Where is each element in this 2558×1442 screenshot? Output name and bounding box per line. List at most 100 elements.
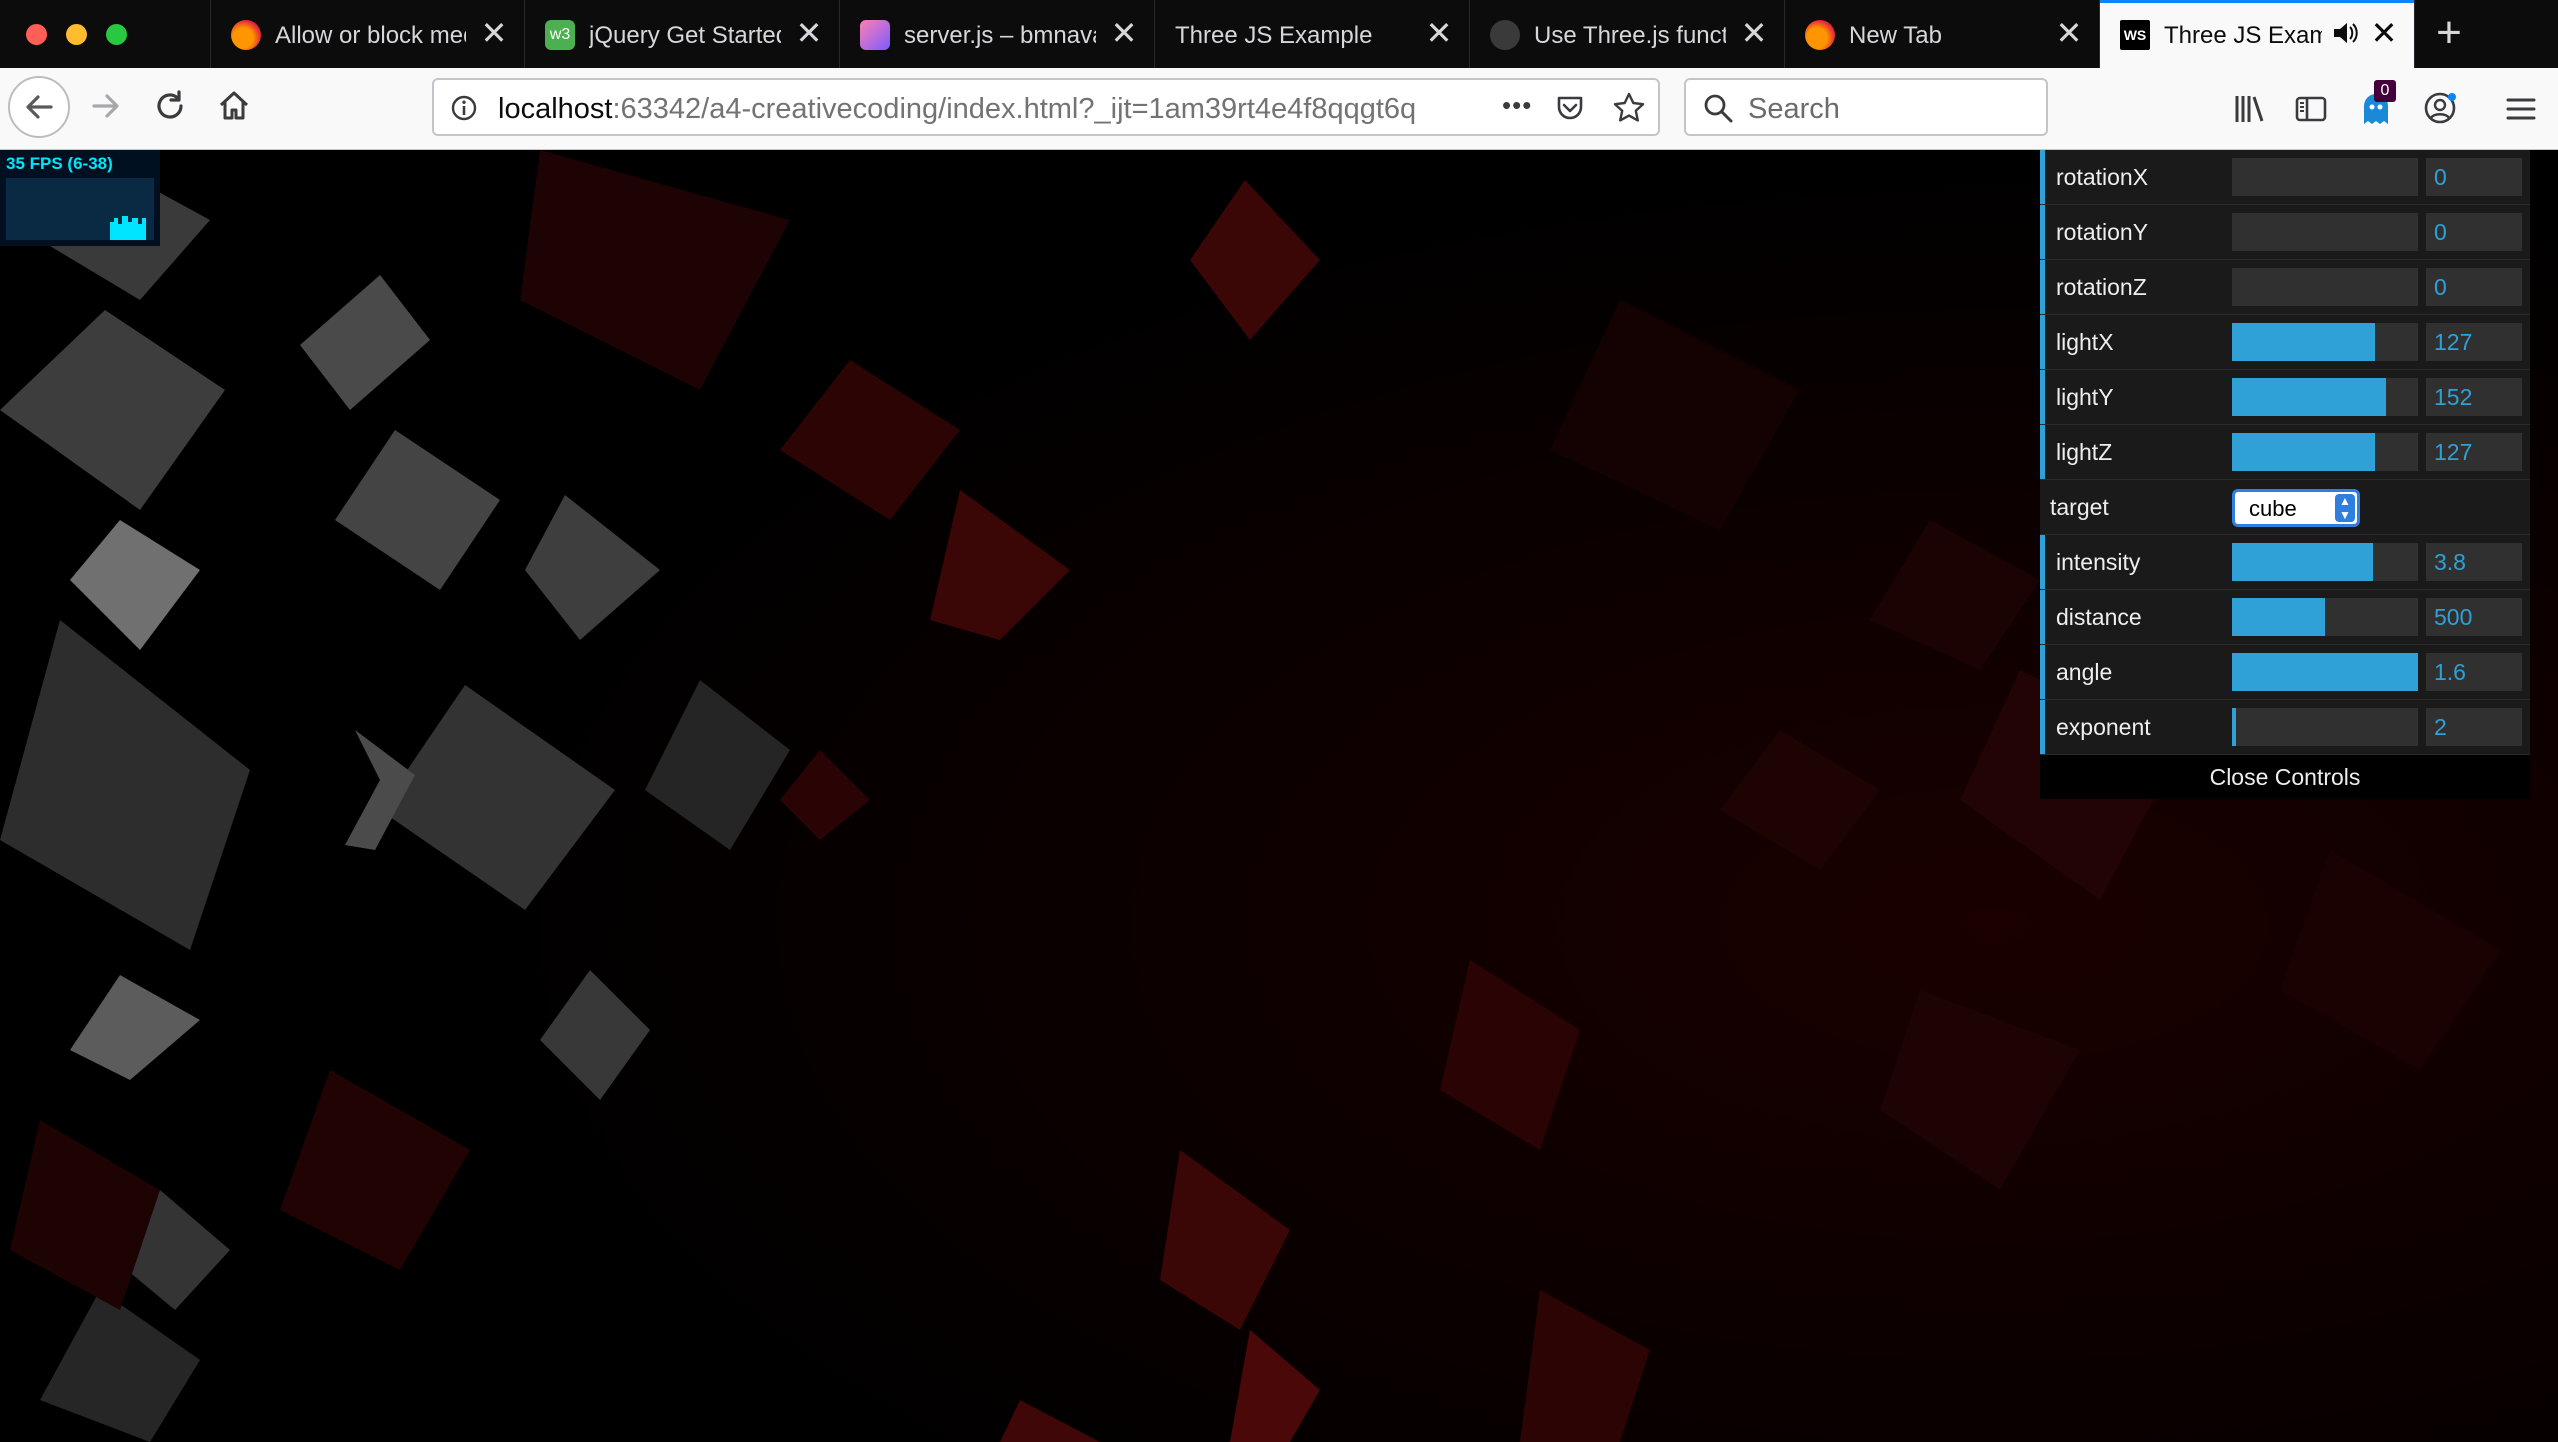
hamburger-menu-icon[interactable] xyxy=(2504,92,2538,131)
tab-close-icon[interactable]: ✕ xyxy=(476,14,512,52)
gui-row-target: target cube ▲ ▼ xyxy=(2040,480,2530,535)
sidebar-icon[interactable] xyxy=(2294,92,2328,131)
navigation-toolbar: localhost:63342/a4-creativecoding/index.… xyxy=(0,68,2558,150)
gui-sliders-bottom: intensity 3.8 distance 500 angle 1.6 exponent 2 xyxy=(2040,535,2530,755)
search-icon xyxy=(1702,92,1734,129)
tab-title: jQuery Get Started xyxy=(589,22,781,49)
gui-slider-rotationZ[interactable] xyxy=(2232,268,2418,306)
glitch-icon xyxy=(860,20,890,50)
gui-slider-rotationX[interactable] xyxy=(2232,158,2418,196)
url-host: localhost xyxy=(498,93,613,125)
account-icon[interactable] xyxy=(2422,90,2458,131)
gui-number-accent xyxy=(2040,425,2045,479)
gui-number-accent xyxy=(2040,700,2045,754)
gui-slider-fill xyxy=(2232,433,2376,471)
gui-number-input-rotationZ[interactable]: 0 xyxy=(2426,268,2522,306)
gui-number-accent xyxy=(2040,260,2045,314)
arrow-left-icon xyxy=(26,95,53,119)
github-icon xyxy=(1490,20,1520,50)
gui-label: angle xyxy=(2056,659,2113,685)
gui-label: target xyxy=(2050,494,2109,520)
gui-number-input-distance[interactable]: 500 xyxy=(2426,598,2522,636)
search-bar[interactable]: Search xyxy=(1684,78,2048,136)
tab-server-js[interactable]: server.js – bmnava ✕ xyxy=(840,0,1155,68)
home-button[interactable] xyxy=(214,88,254,128)
close-controls-button[interactable]: Close Controls xyxy=(2040,755,2530,799)
tab-close-icon[interactable]: ✕ xyxy=(2051,14,2087,52)
gui-row-lightY: lightY 152 xyxy=(2040,370,2530,425)
home-icon xyxy=(219,91,249,120)
gui-slider-angle[interactable] xyxy=(2232,653,2418,691)
target-select[interactable]: cube ▲ ▼ xyxy=(2232,489,2360,527)
gui-slider-fill xyxy=(2232,323,2376,361)
info-icon[interactable] xyxy=(450,94,478,127)
gui-number-accent xyxy=(2040,645,2045,699)
gui-slider-exponent[interactable] xyxy=(2232,708,2418,746)
gui-label: rotationX xyxy=(2056,164,2149,190)
pocket-icon[interactable] xyxy=(1554,92,1586,129)
url-bar[interactable]: localhost:63342/a4-creativecoding/index.… xyxy=(432,78,1660,136)
gui-row-angle: angle 1.6 xyxy=(2040,645,2530,700)
tab-use-three-js[interactable]: Use Three.js functi ✕ xyxy=(1470,0,1785,68)
gui-number-input-lightY[interactable]: 152 xyxy=(2426,378,2522,416)
tab-three-js-example[interactable]: Three JS Example ✕ xyxy=(1155,0,1470,68)
notification-badge: 0 xyxy=(2374,80,2396,102)
tab-close-icon[interactable]: ✕ xyxy=(1421,14,1457,52)
reload-icon xyxy=(157,90,183,119)
gui-label: lightX xyxy=(2056,329,2114,355)
fps-graph xyxy=(6,178,154,240)
fps-graph-bars xyxy=(110,216,146,240)
gui-label: rotationZ xyxy=(2056,274,2147,300)
tab-jquery-get-started[interactable]: w3 jQuery Get Started ✕ xyxy=(525,0,840,68)
gui-row-rotationX: rotationX 0 xyxy=(2040,150,2530,205)
speaker-icon[interactable] xyxy=(2330,18,2360,48)
gui-slider-fill xyxy=(2232,653,2418,691)
window-zoom-button[interactable] xyxy=(106,24,127,45)
gui-slider-intensity[interactable] xyxy=(2232,543,2418,581)
gui-number-input-exponent[interactable]: 2 xyxy=(2426,708,2522,746)
fps-readout: 35 FPS (6-38) xyxy=(6,154,113,173)
gui-label: distance xyxy=(2056,604,2142,630)
library-icon[interactable] xyxy=(2232,92,2266,131)
gui-number-input-rotationX[interactable]: 0 xyxy=(2426,158,2522,196)
gui-row-distance: distance 500 xyxy=(2040,590,2530,645)
page-actions-button[interactable]: ••• xyxy=(1502,90,1532,121)
gui-number-input-intensity[interactable]: 3.8 xyxy=(2426,543,2522,581)
gui-number-input-angle[interactable]: 1.6 xyxy=(2426,653,2522,691)
search-placeholder: Search xyxy=(1748,93,1840,125)
tab-close-icon[interactable]: ✕ xyxy=(1106,14,1142,52)
tab-new-tab[interactable]: New Tab ✕ xyxy=(1785,0,2100,68)
reload-button[interactable] xyxy=(150,88,190,128)
target-select-value: cube xyxy=(2249,496,2297,521)
firefox-icon xyxy=(231,20,261,50)
gui-slider-rotationY[interactable] xyxy=(2232,213,2418,251)
gui-label: lightY xyxy=(2056,384,2114,410)
gui-number-accent xyxy=(2040,535,2045,589)
tab-three-js-example-active[interactable]: WS Three JS Examp ✕ xyxy=(2100,0,2415,68)
tab-close-icon[interactable]: ✕ xyxy=(2366,14,2402,52)
gui-slider-lightZ[interactable] xyxy=(2232,433,2418,471)
tab-title: Three JS Example xyxy=(1175,22,1373,49)
gui-sliders-top: rotationX 0 rotationY 0 rotationZ 0 lightX 127 l… xyxy=(2040,150,2530,480)
gui-slider-distance[interactable] xyxy=(2232,598,2418,636)
gui-label: exponent xyxy=(2056,714,2151,740)
forward-button[interactable] xyxy=(86,88,126,128)
window-close-button[interactable] xyxy=(26,24,47,45)
gui-number-accent xyxy=(2040,370,2045,424)
gui-row-rotationY: rotationY 0 xyxy=(2040,205,2530,260)
new-tab-button[interactable]: + xyxy=(2424,8,2474,60)
gui-slider-fill xyxy=(2232,598,2325,636)
gui-slider-lightY[interactable] xyxy=(2232,378,2418,416)
gui-number-input-lightZ[interactable]: 127 xyxy=(2426,433,2522,471)
window-minimize-button[interactable] xyxy=(66,24,87,45)
back-button[interactable] xyxy=(8,76,70,138)
bookmark-star-icon[interactable] xyxy=(1612,91,1646,130)
tab-close-icon[interactable]: ✕ xyxy=(791,14,827,52)
gui-slider-lightX[interactable] xyxy=(2232,323,2418,361)
url-text[interactable]: localhost:63342/a4-creativecoding/index.… xyxy=(498,93,1478,126)
tab-allow-or-block-media[interactable]: Allow or block med ✕ xyxy=(210,0,525,68)
fps-stats-panel[interactable]: 35 FPS (6-38) xyxy=(0,150,160,246)
gui-number-input-rotationY[interactable]: 0 xyxy=(2426,213,2522,251)
tab-close-icon[interactable]: ✕ xyxy=(1736,14,1772,52)
gui-number-input-lightX[interactable]: 127 xyxy=(2426,323,2522,361)
